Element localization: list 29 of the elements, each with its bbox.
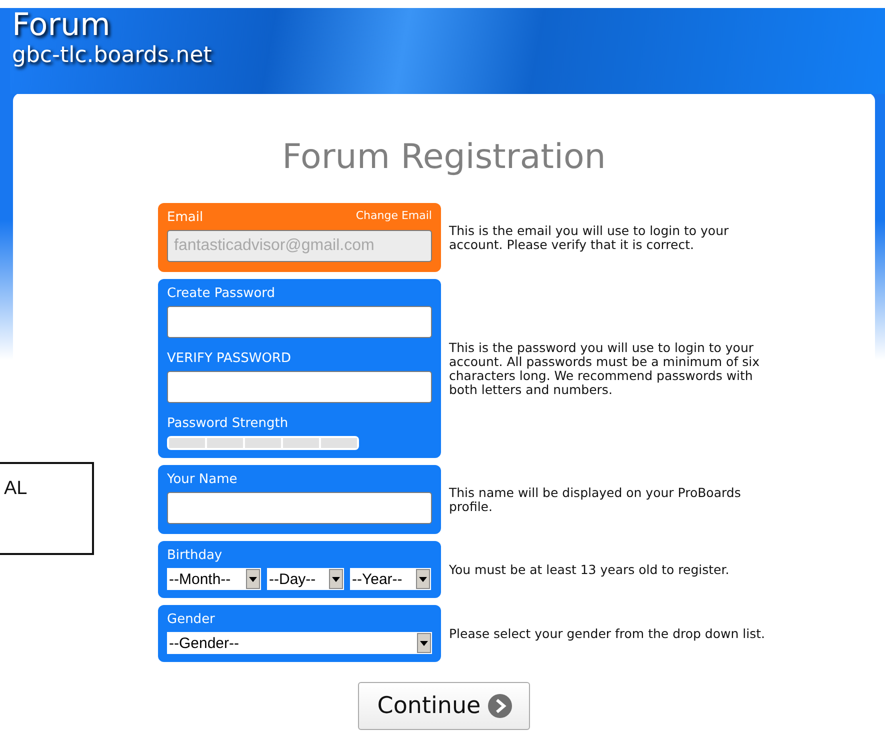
caret-down-icon	[419, 576, 427, 582]
help-text: You must be at least 13 years old to register.	[449, 562, 730, 576]
caret-down-icon	[249, 576, 257, 582]
dropdown[interactable]: --Month--	[167, 568, 261, 590]
dropdown[interactable]: --Year--	[350, 568, 431, 590]
help-text: This is the password you will use to login to your account. All passwords must be a minimum of six characters long. We recommend passwords with both letters and numbers.	[449, 340, 760, 396]
callout-text: AL	[4, 478, 28, 499]
arrow-circle-icon	[486, 693, 513, 719]
field-label: VERIFY PASSWORD	[167, 350, 292, 368]
help-text: This name will be displayed on your ProBoards profile.	[449, 486, 742, 514]
field-label: Create Password	[167, 285, 276, 303]
caret-down-icon	[420, 640, 428, 646]
dropdown[interactable]: --Day--	[267, 568, 344, 590]
dropdown[interactable]: --Gender--	[167, 632, 432, 654]
site-address: gbc-tlc.boards.net	[12, 42, 213, 70]
continue-button[interactable]: Continue	[358, 682, 530, 730]
field-label: Your Name	[167, 471, 238, 489]
field-label: Gender	[167, 611, 216, 629]
help-text: This is the email you will use to login to your account. Please verify that it is correct.	[449, 224, 730, 252]
site-title: Forum	[12, 8, 112, 42]
page-title: Forum Registration	[281, 137, 607, 177]
help-text: Please select your gender from the drop down list.	[449, 626, 766, 640]
field-label: Password Strength	[167, 415, 290, 433]
password-field[interactable]	[167, 306, 432, 338]
password-field[interactable]	[167, 371, 432, 403]
name-field[interactable]	[167, 492, 432, 524]
field-label: Birthday	[167, 547, 224, 565]
field-label: Email	[167, 209, 204, 227]
caret-down-icon	[332, 576, 340, 582]
